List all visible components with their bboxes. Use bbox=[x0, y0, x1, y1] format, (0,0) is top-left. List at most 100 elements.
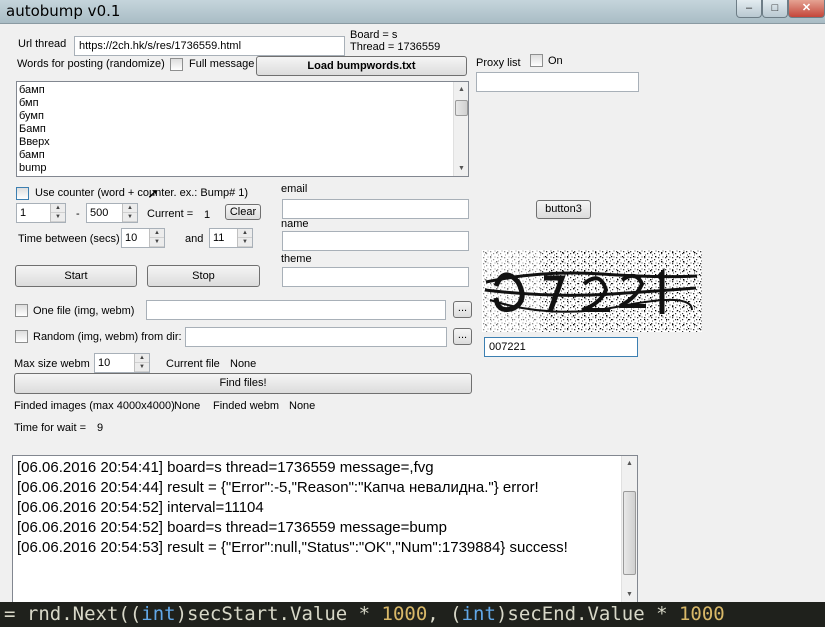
words-scrollbar[interactable]: ▲ ▼ bbox=[453, 82, 468, 176]
one-file-input[interactable] bbox=[146, 300, 446, 320]
full-message-label: Full message bbox=[189, 58, 255, 70]
spin-down-icon[interactable]: ▼ bbox=[51, 213, 65, 222]
random-dir-checkbox[interactable] bbox=[15, 330, 28, 343]
spin-up-icon[interactable]: ▲ bbox=[238, 229, 252, 238]
name-label: name bbox=[281, 218, 309, 230]
use-counter-checkbox[interactable] bbox=[16, 187, 29, 200]
email-field[interactable] bbox=[282, 199, 469, 219]
name-field[interactable] bbox=[282, 231, 469, 251]
word-line: bump bbox=[19, 162, 47, 174]
scroll-thumb[interactable] bbox=[623, 491, 636, 575]
log-line: [06.06.2016 20:54:52] interval=11104 bbox=[17, 499, 264, 516]
log-scrollbar[interactable]: ▲ ▼ bbox=[621, 456, 637, 602]
max-size-value: 10 bbox=[98, 357, 111, 369]
code-keyword: int bbox=[141, 603, 176, 625]
spin-down-icon[interactable]: ▼ bbox=[238, 238, 252, 247]
proxy-on-checkbox[interactable] bbox=[530, 54, 543, 67]
word-line: бумп bbox=[19, 110, 44, 122]
browse-dir-button[interactable]: ... bbox=[453, 328, 472, 345]
time-between-label: Time between (secs) bbox=[18, 233, 120, 245]
stop-button[interactable]: Stop bbox=[147, 265, 260, 287]
window-title: autobump v0.1 bbox=[6, 2, 121, 20]
code-text: , ( bbox=[427, 603, 462, 625]
full-message-checkbox[interactable] bbox=[170, 58, 183, 71]
one-file-checkbox[interactable] bbox=[15, 304, 28, 317]
main-form: Url thread https://2ch.hk/s/res/1736559.… bbox=[0, 24, 825, 603]
scroll-down-icon[interactable]: ▼ bbox=[622, 587, 637, 602]
captcha-input[interactable]: 007221 bbox=[484, 337, 638, 357]
button3[interactable]: button3 bbox=[536, 200, 591, 219]
random-dir-input[interactable] bbox=[185, 327, 447, 347]
finded-images-label: Finded images (max 4000x4000) bbox=[14, 400, 175, 412]
time-wait-value: 9 bbox=[97, 422, 104, 434]
title-bar[interactable]: autobump v0.1 – □ ✕ bbox=[0, 0, 825, 24]
time-from-spinner[interactable]: 10 ▲ ▼ bbox=[121, 228, 165, 248]
board-label: Board = s bbox=[350, 29, 398, 41]
current-file-label: Current file bbox=[166, 358, 220, 370]
max-size-spinner[interactable]: 10 ▲ ▼ bbox=[94, 353, 150, 373]
counter-to-value: 500 bbox=[90, 207, 109, 219]
spin-down-icon[interactable]: ▼ bbox=[135, 363, 149, 372]
thread-label: Thread = 1736559 bbox=[350, 41, 441, 53]
code-number: 1000 bbox=[678, 603, 725, 625]
log-line: [06.06.2016 20:54:52] board=s thread=173… bbox=[17, 519, 447, 536]
word-line: Вверх bbox=[19, 136, 50, 148]
use-counter-label: Use counter (word + counter. ex.: Bump# … bbox=[35, 187, 249, 199]
counter-from-spinner[interactable]: 1 ▲ ▼ bbox=[16, 203, 66, 223]
time-to-spinner[interactable]: 11 ▲ ▼ bbox=[209, 228, 253, 248]
maximize-button[interactable]: □ bbox=[762, 0, 788, 18]
scroll-up-icon[interactable]: ▲ bbox=[622, 456, 637, 471]
proxy-on-label: On bbox=[548, 55, 563, 67]
maximize-icon: □ bbox=[771, 2, 779, 14]
word-line: бмп bbox=[19, 97, 39, 109]
scroll-up-icon[interactable]: ▲ bbox=[454, 82, 468, 97]
current-value: 1 bbox=[204, 209, 211, 221]
scroll-down-icon[interactable]: ▼ bbox=[454, 161, 468, 176]
time-to-value: 11 bbox=[213, 232, 225, 244]
clear-button[interactable]: Clear bbox=[225, 204, 261, 220]
log-lines: [06.06.2016 20:54:41] board=s thread=173… bbox=[17, 458, 568, 558]
max-size-label: Max size webm bbox=[14, 358, 90, 370]
theme-field[interactable] bbox=[282, 267, 469, 287]
load-bumpwords-button[interactable]: Load bumpwords.txt bbox=[256, 56, 467, 76]
captcha-noise-icon bbox=[482, 250, 702, 332]
url-input[interactable]: https://2ch.hk/s/res/1736559.html bbox=[74, 36, 345, 56]
current-file-value: None bbox=[230, 358, 257, 370]
code-number: 1000 bbox=[381, 603, 428, 625]
spin-up-icon[interactable]: ▲ bbox=[135, 354, 149, 363]
and-label: and bbox=[185, 233, 204, 245]
current-label: Current = bbox=[147, 208, 194, 220]
close-button[interactable]: ✕ bbox=[788, 0, 825, 18]
words-textbox[interactable]: бамп бмп бумп Бамп Вверх бамп bump ▲ ▼ bbox=[16, 81, 469, 177]
minimize-icon: – bbox=[745, 2, 753, 14]
scroll-thumb[interactable] bbox=[455, 100, 468, 116]
captcha-image bbox=[482, 250, 702, 332]
word-line: бамп bbox=[19, 84, 45, 96]
log-textbox[interactable]: [06.06.2016 20:54:41] board=s thread=173… bbox=[12, 455, 638, 603]
spin-up-icon[interactable]: ▲ bbox=[123, 204, 137, 213]
find-files-button[interactable]: Find files! bbox=[14, 373, 472, 394]
spin-down-icon[interactable]: ▼ bbox=[123, 213, 137, 222]
proxy-input[interactable] bbox=[476, 72, 639, 92]
counter-to-spinner[interactable]: 500 ▲ ▼ bbox=[86, 203, 138, 223]
spin-down-icon[interactable]: ▼ bbox=[150, 238, 164, 247]
autobump-window: autobump v0.1 – □ ✕ Url thread https://2… bbox=[0, 0, 825, 603]
log-line: [06.06.2016 20:54:41] board=s thread=173… bbox=[17, 459, 434, 476]
finded-images-value: None bbox=[174, 400, 201, 412]
proxy-list-label: Proxy list bbox=[476, 57, 521, 69]
word-line: Бамп bbox=[19, 123, 46, 135]
spin-up-icon[interactable]: ▲ bbox=[51, 204, 65, 213]
counter-dash: - bbox=[76, 208, 80, 220]
spin-up-icon[interactable]: ▲ bbox=[150, 229, 164, 238]
code-text: )secStart.Value * bbox=[175, 603, 382, 625]
code-keyword: int bbox=[461, 603, 496, 625]
email-label: email bbox=[281, 183, 308, 195]
browse-file-button[interactable]: ... bbox=[453, 301, 472, 318]
minimize-button[interactable]: – bbox=[736, 0, 762, 18]
time-from-value: 10 bbox=[125, 232, 138, 244]
start-button[interactable]: Start bbox=[15, 265, 137, 287]
words-list: бамп бмп бумп Бамп Вверх бамп bump bbox=[19, 84, 50, 175]
words-label: Words for posting (randomize) bbox=[17, 58, 165, 70]
code-editor-line: = rnd.Next((int)secStart.Value * 1000, (… bbox=[0, 602, 825, 627]
random-dir-label: Random (img, webm) from dir: bbox=[33, 331, 182, 343]
